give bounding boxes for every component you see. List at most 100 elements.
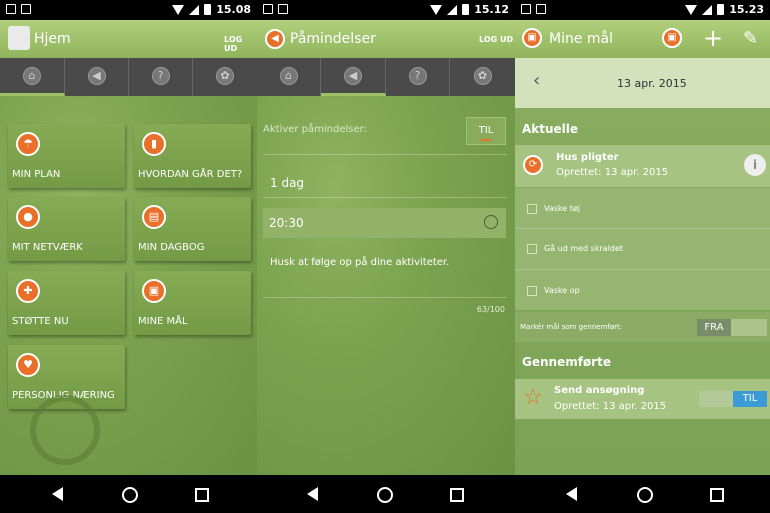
tile-hvordan-gaar-det[interactable]: ▮ HVORDAN GÅR DET? bbox=[134, 124, 251, 188]
signal-icon bbox=[447, 4, 458, 15]
task-checkbox[interactable] bbox=[527, 286, 537, 296]
megaphone-icon: ◀ bbox=[265, 29, 285, 49]
section-done: Gennemførte bbox=[522, 355, 611, 369]
tile-label: MIT NETVÆRK bbox=[12, 242, 83, 253]
tree-icon: ✿ bbox=[473, 67, 492, 85]
tile-label: STØTTE NU bbox=[12, 316, 69, 327]
add-icon[interactable]: + bbox=[703, 24, 723, 52]
tile-label: MIN DAGBOG bbox=[138, 242, 205, 253]
home-nav-icon[interactable] bbox=[637, 487, 653, 503]
recents-icon[interactable] bbox=[710, 488, 724, 502]
recents-icon[interactable] bbox=[450, 488, 464, 502]
time-field[interactable]: 20:30 bbox=[263, 208, 506, 238]
heart-icon: ♥ bbox=[16, 353, 40, 377]
chart-icon: ▮ bbox=[142, 132, 166, 156]
tile-mit-netvaerk[interactable]: ● MIT NETVÆRK bbox=[8, 197, 125, 261]
gallery-icon bbox=[521, 4, 531, 14]
info-icon[interactable]: i bbox=[744, 154, 766, 176]
action-bar: ◀ Påmindelser LOG UD bbox=[257, 20, 515, 58]
navigation-bar bbox=[0, 475, 770, 513]
tab-home[interactable]: ⌂ bbox=[0, 58, 65, 96]
time-value: 20:30 bbox=[269, 216, 304, 230]
date-header: ‹ 13 apr. 2015 bbox=[515, 58, 770, 108]
screen-home: 15.08 Hjem LOG UD ⌂ ◀ ? ✿ ☂ MIN PLAN ▮ HVO… bbox=[0, 0, 257, 475]
activate-reminders-toggle[interactable]: TIL bbox=[466, 117, 506, 145]
back-icon[interactable] bbox=[307, 487, 318, 501]
date-label: 13 apr. 2015 bbox=[617, 77, 687, 90]
megaphone-icon: ◀ bbox=[87, 67, 106, 85]
page-title: Mine mål bbox=[549, 31, 614, 47]
battery-icon bbox=[204, 4, 212, 15]
status-bar: 15.12 bbox=[257, 0, 515, 20]
toggle-label: FRA bbox=[697, 319, 731, 336]
goal-created: Oprettet: 13 apr. 2015 bbox=[556, 167, 669, 178]
tree-icon: ✿ bbox=[216, 67, 234, 85]
activate-reminders-label: Aktiver påmindelser: bbox=[263, 124, 367, 135]
mark-complete-label: Markér mål som gennemført: bbox=[520, 323, 623, 331]
task-checkbox[interactable] bbox=[527, 244, 537, 254]
tile-stoette-nu[interactable]: ✚ STØTTE NU bbox=[8, 271, 125, 335]
char-counter: 63/100 bbox=[476, 305, 505, 314]
frequency-value[interactable]: 1 dag bbox=[270, 176, 304, 190]
screen-goals: 15.23 ▣ Mine mål ▣ + ✎ ‹ 13 apr. 2015 Ak… bbox=[515, 0, 770, 475]
wifi-icon bbox=[430, 4, 443, 15]
signal-icon bbox=[189, 4, 200, 15]
toggle-indicator bbox=[481, 139, 491, 141]
heart-watermark-icon bbox=[30, 395, 100, 465]
wifi-icon bbox=[172, 4, 185, 15]
tab-help[interactable]: ? bbox=[386, 58, 450, 96]
tile-min-plan[interactable]: ☂ MIN PLAN bbox=[8, 124, 125, 188]
tile-min-dagbog[interactable]: ▤ MIN DAGBOG bbox=[134, 197, 251, 261]
edit-icon[interactable]: ✎ bbox=[743, 28, 758, 49]
status-bar: 15.08 bbox=[0, 0, 257, 20]
clock: 15.23 bbox=[729, 3, 764, 16]
image-icon bbox=[278, 4, 288, 14]
tab-reminders[interactable]: ◀ bbox=[65, 58, 129, 96]
tab-profile[interactable]: ✿ bbox=[193, 58, 257, 96]
mark-complete-toggle[interactable]: FRA bbox=[697, 319, 767, 336]
status-bar: 15.23 bbox=[515, 0, 770, 20]
tab-bar: ⌂ ◀ ? ✿ bbox=[257, 58, 515, 96]
tab-reminders[interactable]: ◀ bbox=[321, 58, 386, 96]
battery-icon bbox=[717, 4, 725, 15]
tab-profile[interactable]: ✿ bbox=[450, 58, 515, 96]
section-current: Aktuelle bbox=[522, 122, 579, 136]
divider bbox=[263, 154, 507, 155]
chevron-left-icon[interactable]: ‹ bbox=[533, 70, 540, 91]
done-goal-toggle[interactable]: TIL bbox=[699, 391, 767, 407]
clock: 15.08 bbox=[216, 3, 251, 16]
goal-item[interactable]: ⟳ Hus pligter Oprettet: 13 apr. 2015 i bbox=[515, 145, 770, 187]
task-checkbox[interactable] bbox=[527, 204, 537, 214]
refresh-icon: ⟳ bbox=[523, 155, 543, 175]
toggle-label: TIL bbox=[478, 125, 494, 136]
logout-button[interactable]: LOG UD bbox=[224, 35, 257, 53]
tile-label: MINE MÅL bbox=[138, 316, 188, 327]
tab-help[interactable]: ? bbox=[129, 58, 193, 96]
wifi-icon bbox=[685, 4, 698, 15]
clipboard-icon[interactable]: ▣ bbox=[522, 28, 542, 48]
lifebuoy-icon: ✚ bbox=[16, 279, 40, 303]
clock: 15.12 bbox=[474, 3, 509, 16]
tile-label: HVORDAN GÅR DET? bbox=[138, 169, 243, 180]
back-icon[interactable] bbox=[566, 487, 577, 501]
home-icon: ⌂ bbox=[23, 67, 41, 85]
home-nav-icon[interactable] bbox=[377, 487, 393, 503]
done-goal-item[interactable]: ☆ Send ansøgning Oprettet: 13 apr. 2015 … bbox=[515, 379, 770, 419]
tab-bar: ⌂ ◀ ? ✿ bbox=[0, 58, 257, 96]
recents-icon[interactable] bbox=[195, 488, 209, 502]
page-title: Påmindelser bbox=[290, 31, 376, 47]
mark-complete-row: Markér mål som gennemført: FRA bbox=[515, 312, 770, 342]
image-icon bbox=[21, 4, 31, 14]
done-goal-created: Oprettet: 13 apr. 2015 bbox=[554, 401, 667, 412]
message-input[interactable]: Husk at følge op på dine aktiviteter. bbox=[270, 257, 449, 268]
divider bbox=[515, 228, 770, 229]
home-nav-icon[interactable] bbox=[122, 487, 138, 503]
back-icon[interactable] bbox=[52, 487, 63, 501]
toggle-label: TIL bbox=[733, 391, 767, 407]
tile-mine-maal[interactable]: ▣ MINE MÅL bbox=[134, 271, 251, 335]
tile-label: MIN PLAN bbox=[12, 169, 61, 180]
logout-button[interactable]: LOG UD bbox=[479, 35, 513, 44]
divider bbox=[263, 197, 507, 198]
clipboard-button-icon[interactable]: ▣ bbox=[662, 28, 682, 48]
tab-home[interactable]: ⌂ bbox=[257, 58, 321, 96]
